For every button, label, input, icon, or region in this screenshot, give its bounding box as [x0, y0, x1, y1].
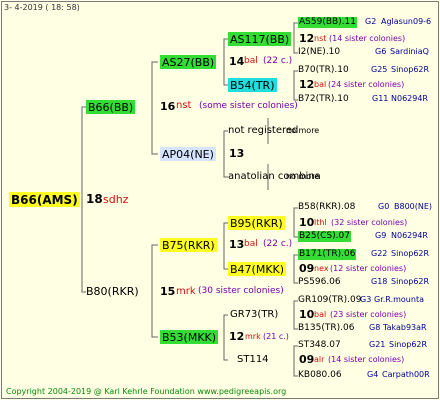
g4-place-6: Sinop62R — [391, 249, 430, 258]
node-b53-breeder: mrk — [245, 332, 261, 341]
g4-name-2: B70(TR).10 — [298, 65, 349, 75]
g4-gen-10: G21 — [369, 340, 386, 349]
g4-gen-11: G4 — [367, 370, 379, 379]
g4-name-7: PS596.06 — [298, 277, 341, 287]
node-ap04: AP04(NE) — [160, 147, 216, 161]
g4-name-5: B25(CS).07 — [298, 231, 351, 242]
node-gr73-year: 10 — [299, 308, 315, 321]
g4-place-2: Sinop62R — [391, 65, 430, 74]
root-breeder: sdhz — [103, 193, 129, 206]
g4-gen-2: G25 — [371, 65, 388, 74]
g4-gen-8: G3 — [360, 295, 372, 304]
node-b95-breeder: lthl — [314, 218, 327, 227]
g4-place-5: N06294R — [391, 231, 428, 240]
father-queen: B80(RKR) — [86, 285, 139, 298]
g4-name-11: KB080.06 — [298, 370, 342, 380]
node-b47-sisters: (12 sister colonies) — [330, 264, 407, 273]
node-b47-breeder: nex — [314, 264, 329, 273]
node-gr73-breeder: bal — [314, 310, 327, 319]
g4-gen-7: G18 — [371, 277, 388, 286]
node-b54-breeder: bal — [314, 80, 327, 89]
node-b95-sisters: (32 sister colonies) — [331, 218, 408, 227]
g4-name-6: B171(TR).06 — [298, 249, 357, 260]
g4-name-1: I2(NE).10 — [298, 47, 341, 57]
node-as117-year: 12 — [299, 32, 315, 45]
g4-place-9: Takab93aR — [383, 323, 427, 332]
node-st114-year: 09 — [299, 353, 315, 366]
g4-name-8: GR109(TR).09 — [298, 295, 362, 305]
node-b53-year: 12 — [229, 330, 245, 343]
g4-place-1: SardiniaQ — [390, 47, 429, 56]
node-st114: ST114 — [237, 354, 269, 365]
node-b75-breeder: bal — [244, 239, 258, 249]
g4-gen-5: G9 — [375, 231, 387, 240]
node-as117: AS117(BB) — [228, 32, 292, 46]
g4-place-11: Carpath00R — [382, 370, 430, 379]
node-b54: B54(TR) — [228, 78, 277, 92]
node-b54-sisters: (24 sister colonies) — [328, 80, 405, 89]
father-sisters: (30 sister colonies) — [198, 286, 284, 296]
node-as117-breeder: nst — [314, 34, 327, 43]
node-not-registered-more: no more — [286, 126, 320, 135]
g4-gen-4: G0 — [378, 202, 390, 211]
g4-gen-9: G8 — [369, 323, 381, 332]
root-year: 18 — [86, 192, 103, 206]
node-b47-year: 09 — [299, 262, 315, 275]
mother-breeder: nst — [176, 100, 192, 111]
node-b75-year: 13 — [229, 238, 245, 251]
node-b75: B75(RKR) — [160, 238, 217, 252]
node-as27-sisters: (22 c.) — [263, 56, 293, 66]
node-b53: B53(MKK) — [160, 330, 219, 344]
copyright-text: Copyright 2004-2019 @ Karl Kehrle Founda… — [6, 387, 287, 396]
node-as27: AS27(BB) — [160, 55, 217, 69]
node-gr73-sisters: (23 sister colonies) — [330, 310, 407, 319]
g4-name-0: AS59(BB).11 — [298, 17, 358, 28]
node-b95: B95(RKR) — [228, 216, 285, 230]
node-as27-year: 14 — [229, 55, 245, 68]
node-gr73: GR73(TR) — [230, 309, 279, 320]
mother-queen: B66(BB) — [86, 100, 136, 114]
g4-name-3: B72(TR).10 — [298, 94, 349, 104]
father-breeder: mrk — [176, 286, 196, 297]
node-anatolian-more: no more — [286, 172, 320, 181]
g4-gen-3: G11 — [372, 94, 389, 103]
g4-place-4: B800(NE) — [394, 202, 433, 211]
g4-place-3: N06294R — [391, 94, 428, 103]
g4-gen-1: G6 — [375, 47, 387, 56]
node-b54-year: 12 — [299, 78, 315, 91]
g4-place-0: Aglasun09-6 — [381, 17, 432, 26]
mother-sisters: (some sister colonies) — [199, 101, 298, 111]
father-year: 15 — [160, 285, 176, 298]
g4-name-10: ST348.07 — [298, 340, 341, 350]
mother-year: 16 — [160, 100, 176, 113]
g4-place-8: Gr.R.mounta — [374, 295, 424, 304]
g4-place-10: Sinop62R — [389, 340, 428, 349]
g4-gen-0: G2 — [365, 17, 377, 26]
node-st114-sisters: (14 sister colonies) — [328, 355, 405, 364]
node-st114-breeder: alr — [314, 355, 325, 364]
g4-name-4: B58(RKR).08 — [298, 202, 356, 212]
root-queen: B66(AMS) — [9, 192, 80, 207]
print-date: 3- 4-2019 ( 18: 58) — [4, 3, 80, 12]
node-b75-sisters: (22 c.) — [263, 239, 293, 249]
node-b53-sisters: (21 c.) — [263, 332, 289, 341]
g4-name-9: B135(TR).06 — [298, 323, 355, 333]
node-b95-year: 10 — [299, 216, 315, 229]
g4-gen-6: G22 — [371, 249, 388, 258]
node-as27-breeder: bal — [244, 56, 258, 66]
node-as117-sisters: (14 sister colonies) — [329, 34, 406, 43]
node-ap04-year: 13 — [229, 147, 245, 160]
g4-place-7: Sinop62R — [391, 277, 430, 286]
node-b47: B47(MKK) — [228, 262, 287, 276]
